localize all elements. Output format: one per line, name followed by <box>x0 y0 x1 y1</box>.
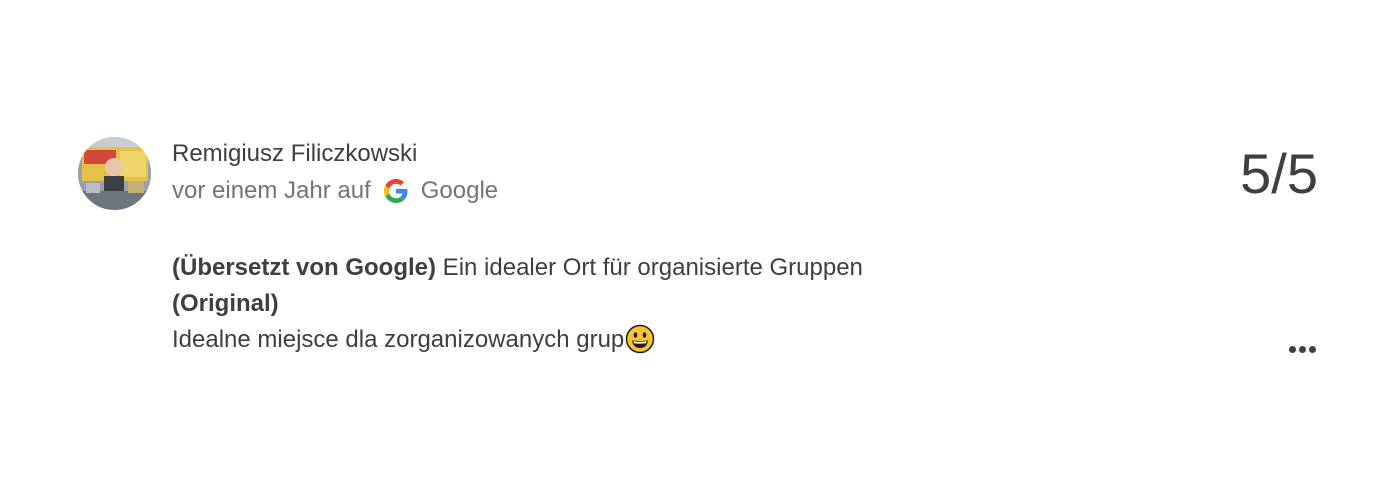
grinning-face-emoji-icon <box>625 324 655 354</box>
review-rating: 5/5 <box>1240 142 1318 205</box>
more-options-button[interactable] <box>1284 338 1320 360</box>
translated-text: Ein idealer Ort für organisierte Gruppen <box>436 254 863 281</box>
original-text: Idealne miejsce dla zorganizowanych grup <box>172 326 625 353</box>
original-label-line: (Original) <box>172 286 863 322</box>
review-source: Google <box>420 177 499 204</box>
original-label: (Original) <box>172 290 279 317</box>
google-g-icon <box>383 179 408 203</box>
more-horiz-icon-dot <box>1308 345 1316 353</box>
original-line: Idealne miejsce dla zorganizowanych grup <box>172 322 863 358</box>
review-card: Remigiusz Filiczkowski vor einem Jahr au… <box>0 0 1400 500</box>
more-horiz-icon <box>1288 345 1296 353</box>
review-meta: vor einem Jahr auf Google <box>172 176 498 206</box>
translated-label: (Übersetzt von Google) <box>172 254 437 281</box>
author-avatar[interactable] <box>78 137 151 210</box>
review-text: (Übersetzt von Google) Ein idealer Ort f… <box>172 250 863 358</box>
more-horiz-icon-dot <box>1298 345 1306 353</box>
translated-line: (Übersetzt von Google) Ein idealer Ort f… <box>172 250 863 286</box>
review-time: vor einem Jahr auf <box>172 177 371 204</box>
author-name[interactable]: Remigiusz Filiczkowski <box>172 139 417 169</box>
